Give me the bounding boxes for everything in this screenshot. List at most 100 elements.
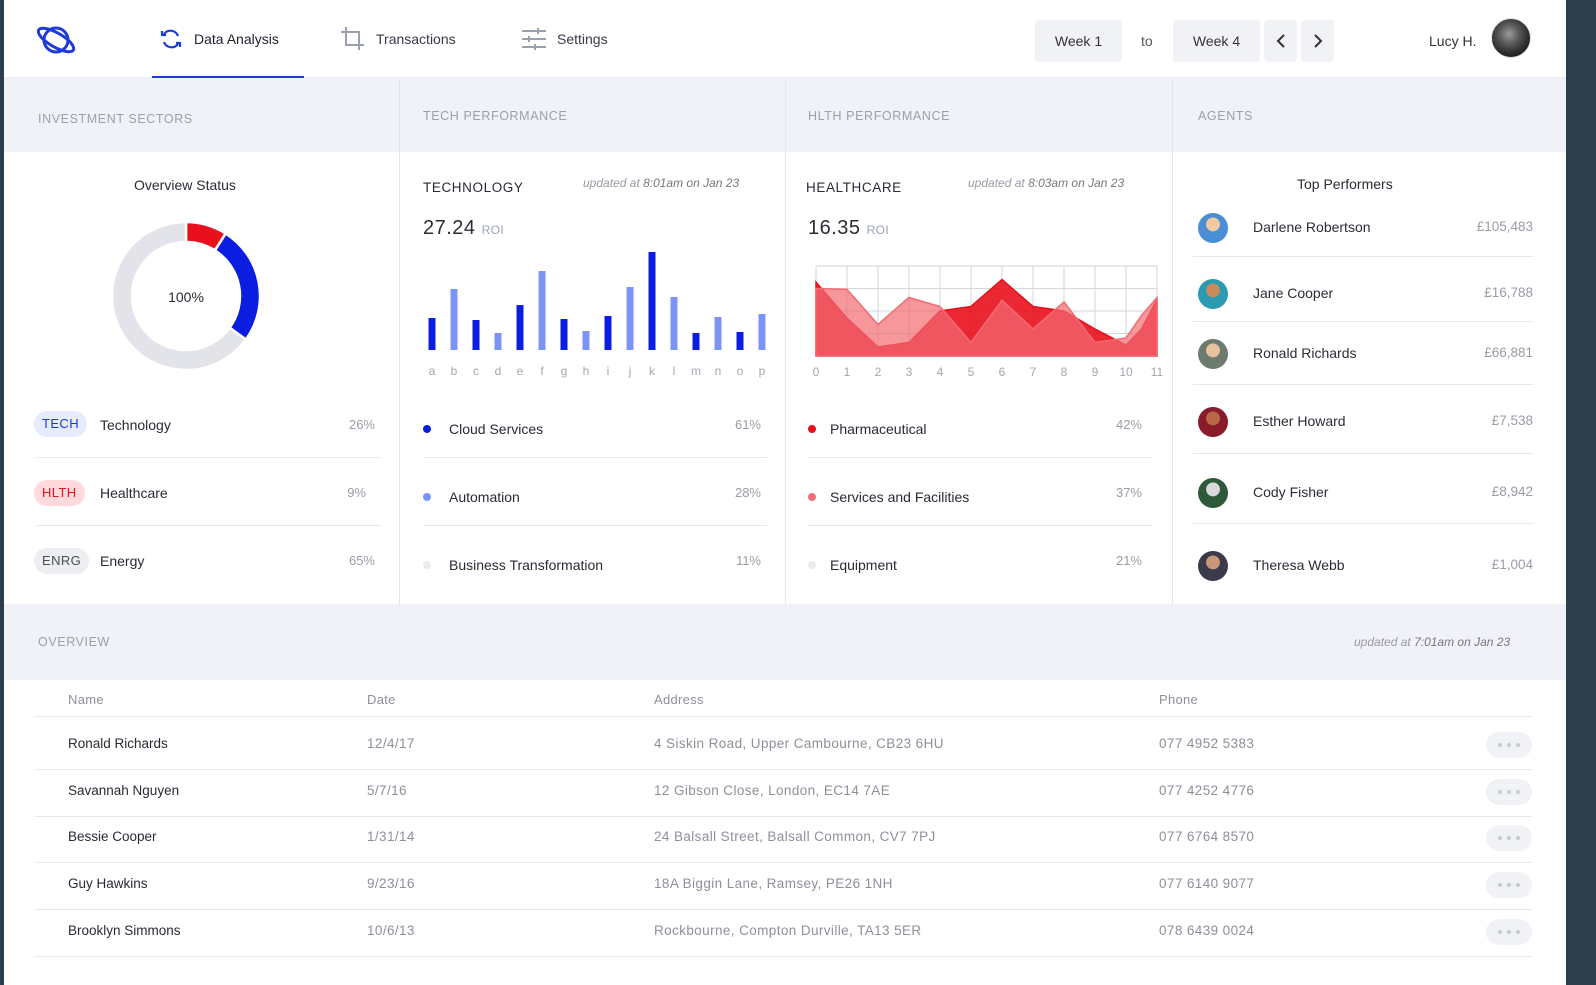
tech-bar-tick-label: g xyxy=(561,364,568,378)
tech-bar xyxy=(626,287,634,350)
overview-donut-chart: 100% xyxy=(110,220,262,372)
tech-bar-tick-label: a xyxy=(429,364,436,378)
agent-avatar[interactable] xyxy=(1198,478,1228,508)
agents-header: AGENTS xyxy=(1198,109,1253,123)
agent-avatar[interactable] xyxy=(1198,407,1228,437)
agent-avatar[interactable] xyxy=(1198,213,1228,243)
overview-header: OVERVIEW xyxy=(38,635,110,649)
donut-center-label: 100% xyxy=(168,289,204,305)
column-header-date[interactable]: Date xyxy=(367,692,396,707)
divider xyxy=(35,862,1532,864)
user-name[interactable]: Lucy H. xyxy=(1429,20,1476,62)
overview-header-band: OVERVIEW xyxy=(4,604,1566,680)
cell-phone: 077 4252 4776 xyxy=(1159,782,1255,798)
column-header-phone[interactable]: Phone xyxy=(1159,692,1198,707)
tech-item-name: Business Transformation xyxy=(449,557,604,573)
tech-bar xyxy=(758,314,766,350)
overview-status-title: Overview Status xyxy=(134,177,236,193)
divider xyxy=(1172,78,1173,604)
row-more-button[interactable] xyxy=(1486,918,1532,945)
prev-week-button[interactable] xyxy=(1264,20,1297,62)
agent-name[interactable]: Darlene Robertson xyxy=(1253,219,1371,235)
divider xyxy=(35,909,1532,911)
agent-avatar[interactable] xyxy=(1198,279,1228,309)
tech-bar xyxy=(582,331,590,350)
agent-value: £8,942 xyxy=(1491,484,1533,499)
chevron-right-icon xyxy=(1313,34,1322,48)
healthcare-title: HEALTHCARE xyxy=(806,180,902,195)
tech-bar-tick-label: i xyxy=(607,364,610,378)
health-updated-text: updated at 8:03am on Jan 23 xyxy=(968,176,1125,190)
top-nav: Data Analysis Transactions Settings Week… xyxy=(4,0,1566,78)
tab-settings[interactable]: Settings xyxy=(521,0,608,78)
area-tick-label: 3 xyxy=(906,365,913,379)
tech-bar-tick-label: h xyxy=(583,364,590,378)
agent-name[interactable]: Jane Cooper xyxy=(1253,285,1333,301)
to-label: to xyxy=(1141,33,1153,49)
cell-date: 12/4/17 xyxy=(367,736,415,751)
cell-address: Rockbourne, Compton Durville, TA13 5ER xyxy=(654,922,922,938)
tech-bar xyxy=(516,305,524,350)
week-from-select[interactable]: Week 1 xyxy=(1035,20,1122,62)
agent-avatar[interactable] xyxy=(1198,339,1228,369)
column-header-address[interactable]: Address xyxy=(654,692,704,707)
tech-performance-header: TECH PERFORMANCE xyxy=(423,109,568,123)
cell-address: 24 Balsall Street, Balsall Common, CV7 7… xyxy=(654,829,936,845)
agent-value: £105,483 xyxy=(1476,219,1533,234)
technology-bar-chart: a b c d e f g h i j k l mn o p xyxy=(428,252,766,378)
sector-name: Energy xyxy=(100,553,145,569)
next-week-button[interactable] xyxy=(1301,20,1334,62)
app-window: Data Analysis Transactions Settings Week… xyxy=(4,0,1566,985)
divider xyxy=(1193,384,1533,385)
sector-name: Healthcare xyxy=(100,485,168,501)
agent-name[interactable]: Ronald Richards xyxy=(1253,345,1357,361)
week-to-select[interactable]: Week 4 xyxy=(1173,20,1260,62)
legend-dot xyxy=(423,425,431,433)
agent-value: £7,538 xyxy=(1491,413,1533,428)
row-more-button[interactable] xyxy=(1486,825,1532,852)
tab-label: Transactions xyxy=(376,31,456,47)
tech-bar-tick-label: o xyxy=(737,364,744,378)
agent-avatar[interactable] xyxy=(1198,551,1228,581)
chevron-left-icon xyxy=(1276,34,1285,48)
cell-date: 1/31/14 xyxy=(367,829,415,845)
tech-bar xyxy=(494,333,502,350)
tech-bar xyxy=(428,318,436,350)
tech-roi: 27.24 ROI xyxy=(423,217,505,239)
area-tick-label: 8 xyxy=(1061,365,1068,379)
legend-dot xyxy=(423,561,431,569)
tech-bar-tick-label: n xyxy=(715,364,722,378)
tech-bar xyxy=(692,333,700,350)
divider xyxy=(399,78,400,604)
agent-name[interactable]: Esther Howard xyxy=(1253,413,1346,429)
donut-slice-technology xyxy=(213,231,262,342)
row-more-button[interactable] xyxy=(1486,872,1532,899)
divider xyxy=(1193,321,1533,322)
row-more-button[interactable] xyxy=(1486,732,1532,758)
health-item-name: Equipment xyxy=(830,557,897,573)
divider xyxy=(35,955,1532,957)
cell-name: Bessie Cooper xyxy=(68,829,157,845)
tab-data-analysis[interactable]: Data Analysis xyxy=(158,0,279,78)
health-item-percent: 37% xyxy=(1115,485,1142,500)
tab-transactions[interactable]: Transactions xyxy=(340,0,456,78)
planet-logo-icon[interactable] xyxy=(34,22,78,63)
sector-name: Technology xyxy=(100,417,171,433)
column-header-name[interactable]: Name xyxy=(68,692,104,707)
tech-bar xyxy=(604,316,612,350)
agent-name[interactable]: Theresa Webb xyxy=(1253,557,1345,573)
legend-dot xyxy=(808,493,816,501)
tech-bar-tick-label: l xyxy=(673,364,676,378)
row-more-button[interactable] xyxy=(1486,778,1532,805)
sector-percent: 9% xyxy=(347,485,366,500)
area-tick-label: 6 xyxy=(999,365,1006,379)
user-avatar[interactable] xyxy=(1491,18,1531,58)
tech-bar xyxy=(538,271,546,350)
cell-date: 10/6/13 xyxy=(367,922,415,938)
area-tick-label: 2 xyxy=(875,365,882,379)
tech-bar-tick-label: c xyxy=(473,364,479,378)
legend-dot xyxy=(808,561,816,569)
agent-name[interactable]: Cody Fisher xyxy=(1253,484,1328,500)
sector-percent: 26% xyxy=(348,417,375,432)
divider xyxy=(1193,453,1533,454)
